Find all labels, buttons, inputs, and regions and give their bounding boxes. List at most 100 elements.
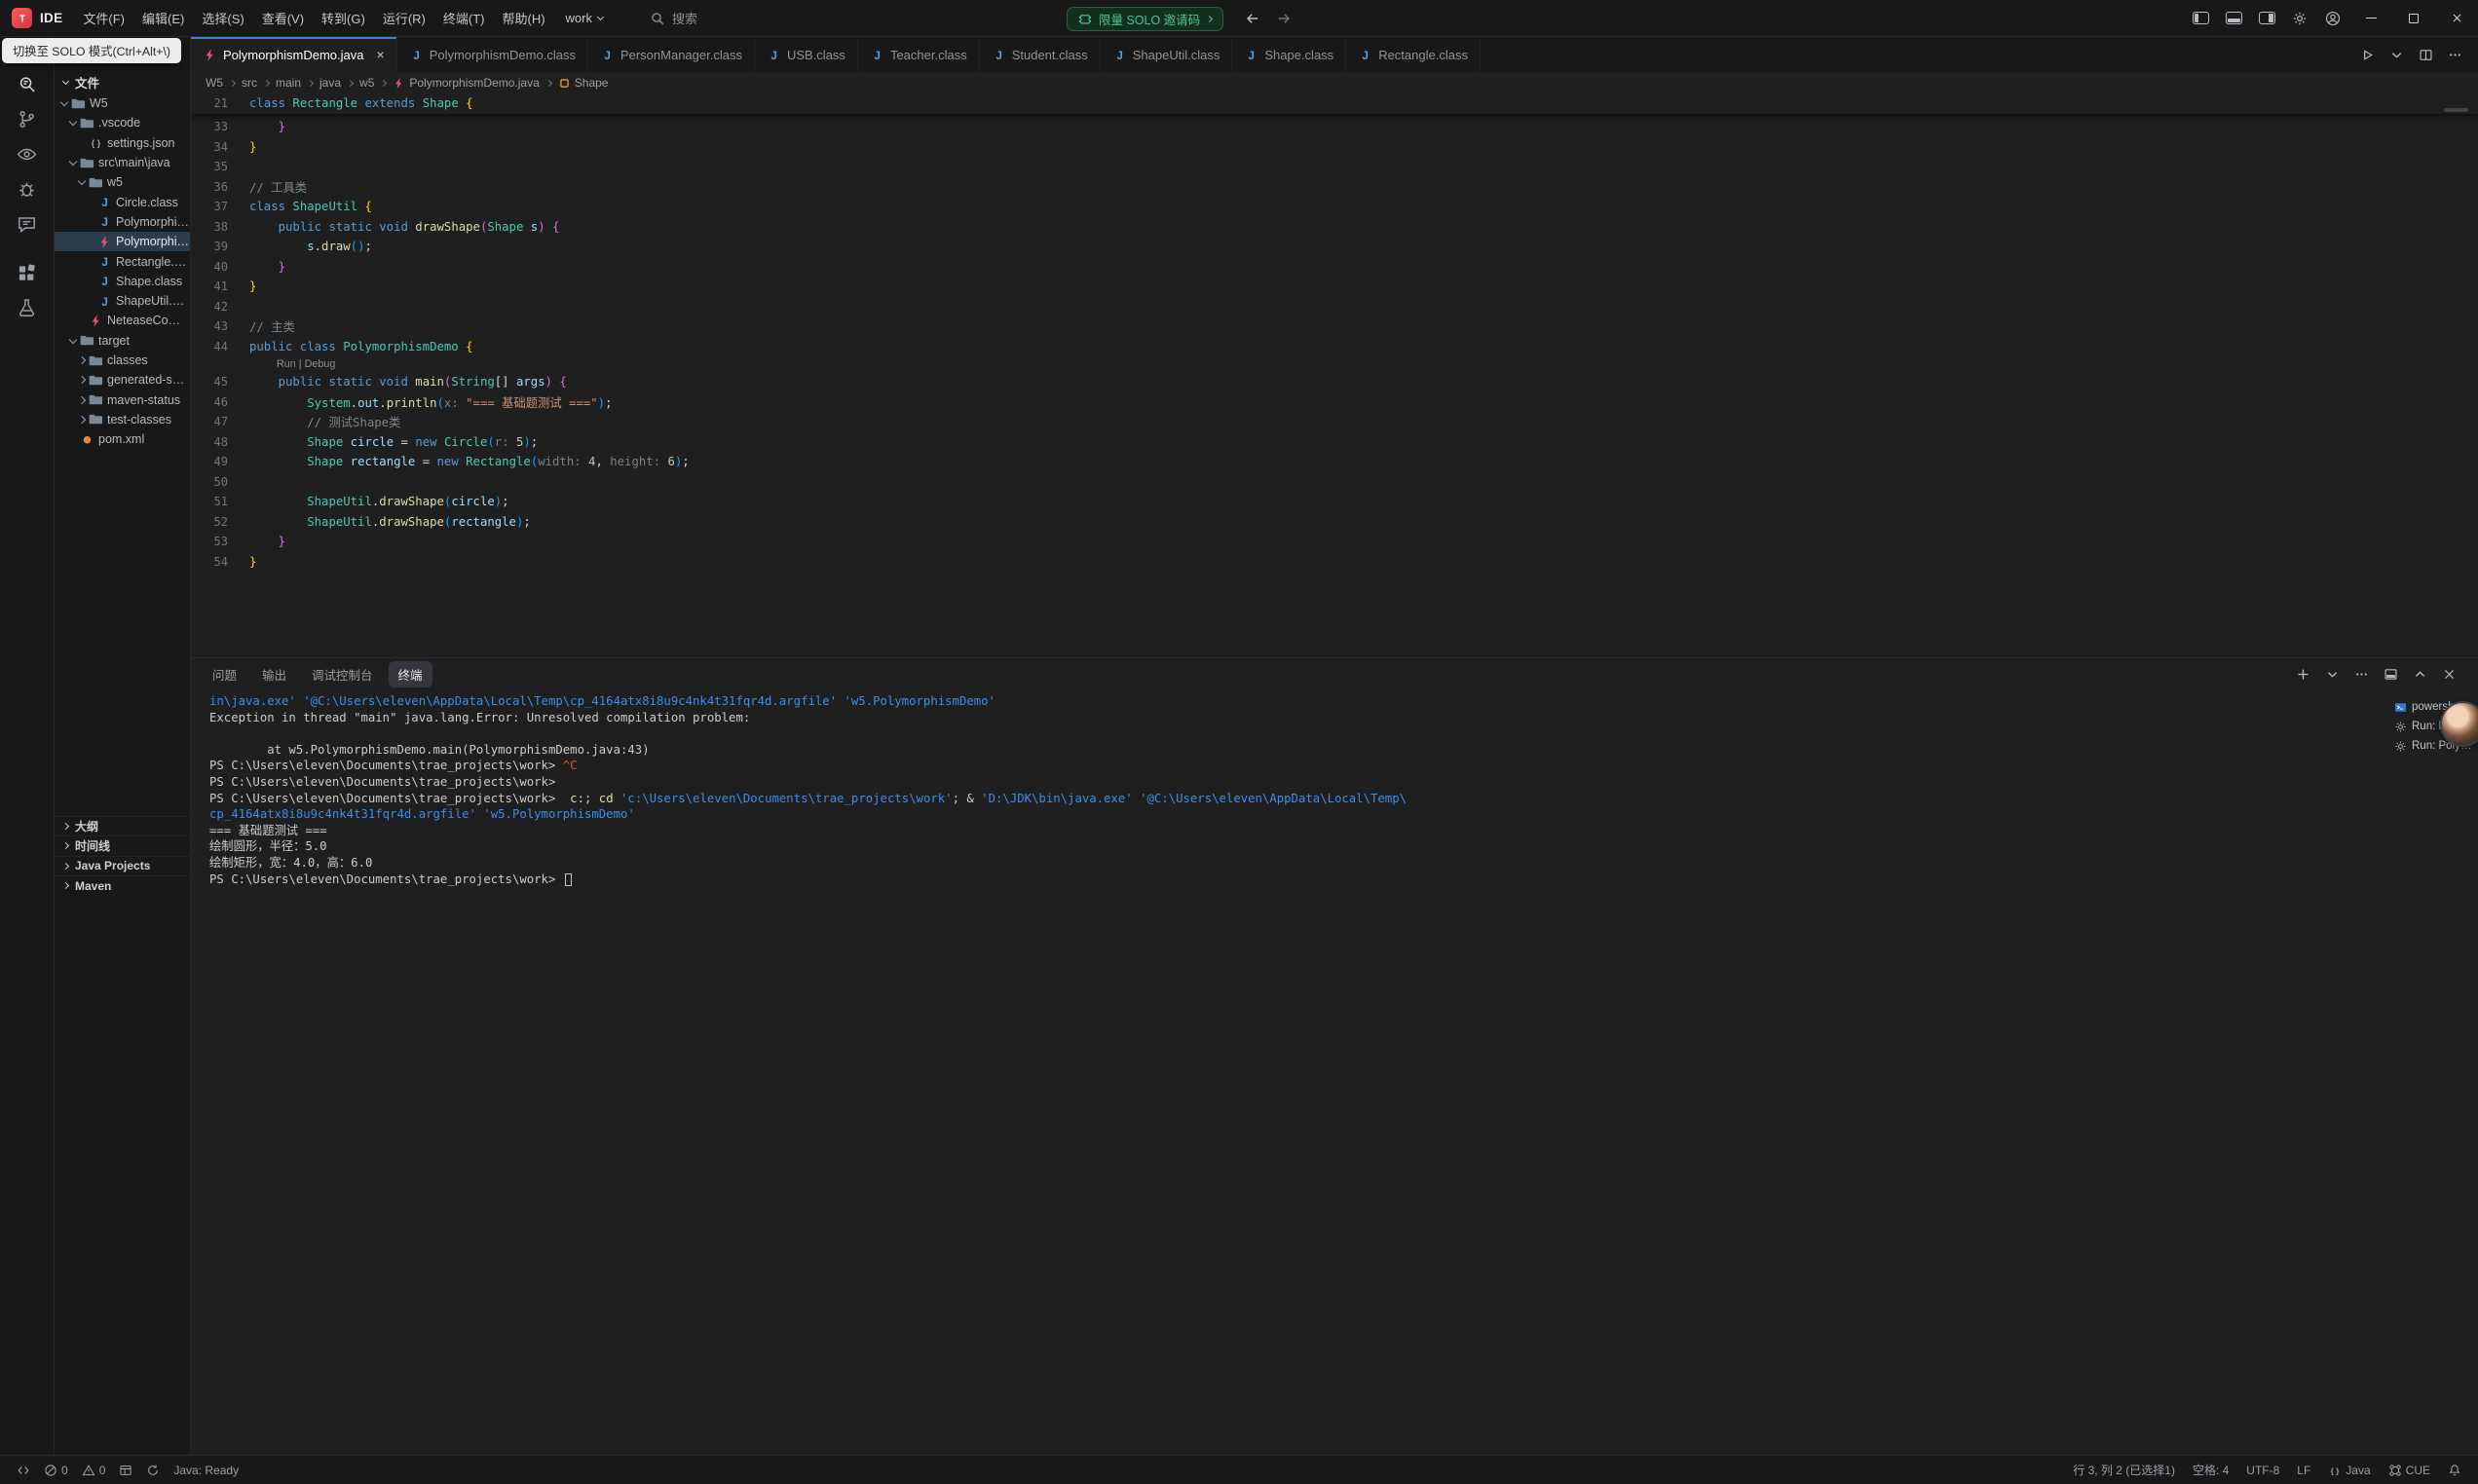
forward-button[interactable] — [1276, 11, 1292, 26]
close-panel-button[interactable] — [2442, 667, 2457, 682]
editor-tab[interactable]: JShapeUtil.class — [1101, 37, 1233, 72]
panel-layout-button[interactable] — [2384, 667, 2398, 682]
editor-layout-status[interactable] — [112, 1464, 139, 1477]
tree-item[interactable]: generated-sour... — [55, 370, 190, 390]
menu-item[interactable]: 查看(V) — [253, 5, 313, 31]
code-line[interactable]: 44public class PolymorphismDemo { — [191, 337, 2478, 357]
preview-icon[interactable] — [6, 136, 49, 171]
menu-item[interactable]: 帮助(H) — [493, 5, 553, 31]
tree-item[interactable]: JShape.class — [55, 272, 190, 291]
tree-item[interactable]: .vscode — [55, 113, 190, 132]
toggle-secondary-sidebar-button[interactable] — [2250, 0, 2283, 37]
menu-item[interactable]: 编辑(E) — [133, 5, 193, 31]
code-line[interactable]: 36// 工具类 — [191, 177, 2478, 198]
tree-item[interactable]: maven-status — [55, 390, 190, 409]
code-line[interactable]: 41} — [191, 277, 2478, 297]
menu-item[interactable]: 终端(T) — [434, 5, 494, 31]
code-line[interactable]: 48 Shape circle = new Circle(r: 5); — [191, 432, 2478, 453]
global-search[interactable]: 搜索 — [650, 9, 697, 27]
problems-warnings[interactable]: 0 — [75, 1464, 113, 1477]
code-line[interactable]: 53 } — [191, 532, 2478, 552]
tree-item[interactable]: src\main\java — [55, 153, 190, 172]
tree-item[interactable]: classes — [55, 351, 190, 370]
indentation[interactable]: 空格: 4 — [2186, 1462, 2235, 1478]
code-line[interactable]: 51 ShapeUtil.drawShape(circle); — [191, 492, 2478, 512]
more-actions-button[interactable] — [2448, 48, 2462, 62]
sidebar-section[interactable]: Java Projects — [55, 856, 190, 875]
codelens-run-debug[interactable]: Run | Debug — [277, 356, 2478, 372]
chat-icon[interactable] — [6, 206, 49, 241]
code-line[interactable]: 46 System.out.println(x: "=== 基础题测试 ==="… — [191, 392, 2478, 413]
editor-tab[interactable]: PolymorphismDemo.java× — [191, 37, 397, 72]
code-line[interactable]: 43// 主类 — [191, 316, 2478, 337]
toggle-sidebar-button[interactable] — [2184, 0, 2217, 37]
close-tab-button[interactable]: × — [377, 47, 385, 62]
code-line[interactable]: 40 } — [191, 257, 2478, 278]
code-line[interactable]: 39 s.draw(); — [191, 237, 2478, 257]
back-button[interactable] — [1245, 11, 1260, 26]
code-line[interactable]: 34} — [191, 137, 2478, 158]
panel-tab[interactable]: 输出 — [252, 661, 296, 687]
solo-invite-button[interactable]: 限量 SOLO 邀请码 — [1067, 7, 1223, 31]
java-status[interactable]: Java: Ready — [167, 1464, 245, 1477]
run-debug-icon[interactable] — [6, 171, 49, 206]
menu-item[interactable]: 运行(R) — [374, 5, 434, 31]
testing-icon[interactable] — [6, 290, 49, 325]
code-line[interactable]: 49 Shape rectangle = new Rectangle(width… — [191, 452, 2478, 472]
close-button[interactable] — [2435, 0, 2478, 37]
tree-item[interactable]: JPolymorphis... — [55, 212, 190, 232]
tree-item[interactable]: NeteaseComme... — [55, 311, 190, 330]
more-actions-button[interactable] — [2354, 667, 2369, 682]
account-button[interactable] — [2316, 0, 2349, 37]
editor-tab[interactable]: JPersonManager.class — [588, 37, 755, 72]
code-line[interactable]: 47 // 测试Shape类 — [191, 412, 2478, 432]
tree-item[interactable]: Polymorphis... — [55, 232, 190, 251]
maximize-panel-button[interactable] — [2413, 667, 2427, 682]
tree-item[interactable]: test-classes — [55, 410, 190, 429]
editor-tab[interactable]: JRectangle.class — [1346, 37, 1481, 72]
cue-feature[interactable]: CUE — [2382, 1464, 2437, 1477]
sync-status[interactable] — [139, 1464, 167, 1477]
breadcrumb-item[interactable]: W5 — [206, 76, 223, 90]
workspace-switcher[interactable]: work — [566, 11, 603, 25]
code-line[interactable]: 52 ShapeUtil.drawShape(rectangle); — [191, 512, 2478, 533]
chevron-down-icon[interactable] — [2389, 48, 2404, 62]
sidebar-section[interactable]: 大纲 — [55, 816, 190, 835]
chevron-down-icon[interactable] — [2325, 667, 2340, 682]
breadcrumb-item[interactable]: java — [319, 76, 341, 90]
sidebar-section[interactable]: 时间线 — [55, 835, 190, 855]
language-mode[interactable]: { }Java — [2321, 1464, 2377, 1477]
new-terminal-button[interactable] — [2296, 667, 2310, 682]
panel-tab[interactable]: 问题 — [203, 661, 246, 687]
tree-item[interactable]: JRectangle.class — [55, 251, 190, 271]
problems-errors[interactable]: 0 — [37, 1464, 75, 1477]
settings-gear-button[interactable] — [2283, 0, 2316, 37]
tree-item[interactable]: w5 — [55, 172, 190, 192]
code-editor[interactable]: 21class Rectangle extends Shape { 33 }34… — [191, 93, 2478, 657]
cursor-position[interactable]: 行 3, 列 2 (已选择1) — [2066, 1462, 2182, 1478]
tree-item[interactable]: JCircle.class — [55, 192, 190, 211]
notifications[interactable] — [2441, 1464, 2468, 1477]
breadcrumb-item[interactable]: src — [242, 76, 257, 90]
code-line[interactable]: 42 — [191, 297, 2478, 317]
eol[interactable]: LF — [2290, 1464, 2317, 1477]
split-editor-button[interactable] — [2419, 48, 2433, 62]
extensions-icon[interactable] — [6, 255, 49, 290]
breadcrumb-item[interactable]: main — [276, 76, 301, 90]
editor-tab[interactable]: JShape.class — [1232, 37, 1346, 72]
sidebar-section[interactable]: Maven — [55, 875, 190, 895]
run-button[interactable] — [2360, 48, 2375, 62]
code-line[interactable]: 33 } — [191, 117, 2478, 137]
scrollbar-thumb[interactable] — [2444, 108, 2468, 112]
explorer-header[interactable]: 文件 — [55, 72, 190, 92]
breadcrumb-item[interactable]: Shape — [558, 76, 609, 90]
panel-tab[interactable]: 调试控制台 — [302, 661, 383, 687]
editor-tab[interactable]: JTeacher.class — [858, 37, 980, 72]
maximize-button[interactable] — [2392, 0, 2435, 37]
menu-item[interactable]: 文件(F) — [74, 5, 133, 31]
code-line[interactable]: 35 — [191, 157, 2478, 177]
remote-indicator[interactable] — [10, 1464, 37, 1477]
panel-tab[interactable]: 终端 — [389, 661, 432, 687]
editor-tab[interactable]: JUSB.class — [755, 37, 858, 72]
source-control-icon[interactable] — [6, 101, 49, 136]
